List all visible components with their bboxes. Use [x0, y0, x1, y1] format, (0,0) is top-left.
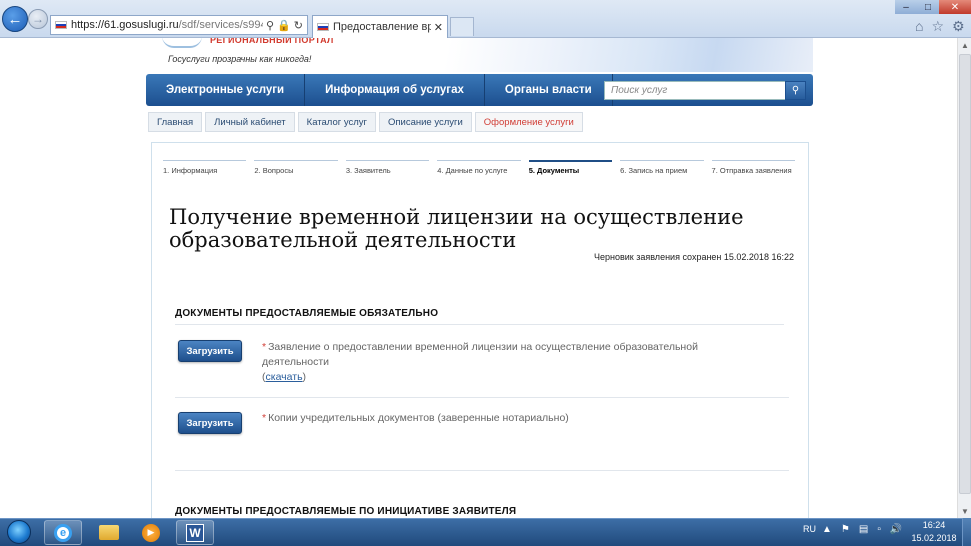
close-icon[interactable]: ✕	[434, 21, 443, 34]
breadcrumb-current: Оформление услуги	[474, 112, 583, 132]
upload-button[interactable]: Загрузить	[178, 412, 242, 434]
tray-arrow-icon[interactable]: ▲	[822, 524, 832, 535]
optional-docs-heading: ДОКУМЕНТЫ ПРЕДОСТАВЛЯЕМЫЕ ПО ИНИЦИАТИВЕ …	[175, 506, 517, 517]
divider	[175, 397, 789, 398]
scroll-up-icon[interactable]: ▲	[958, 38, 971, 52]
breadcrumb-description[interactable]: Описание услуги	[378, 112, 472, 132]
step-info[interactable]: 1. Информация	[163, 160, 247, 180]
address-bar[interactable]: https://61.gosuslugi.ru/sdf/services/s99…	[50, 15, 308, 35]
flag-icon[interactable]: ⚑	[841, 524, 850, 535]
address-tools: ⚲ 🔒 ↻	[266, 19, 303, 32]
show-desktop-button[interactable]	[962, 518, 971, 546]
url-path: /sdf/services/s99401/s47serv	[178, 19, 263, 31]
russia-flag-icon	[317, 23, 329, 31]
browser-tab[interactable]: Предоставление времен... ✕	[312, 15, 448, 38]
step-questions[interactable]: 2. Вопросы	[254, 160, 338, 180]
clock[interactable]: 16:24 15.02.2018	[910, 519, 958, 545]
system-tray: ▲ ⚑ ▤ ▫ 🔊	[822, 524, 902, 535]
new-tab-button[interactable]	[450, 17, 474, 36]
scroll-down-icon[interactable]: ▼	[958, 504, 971, 518]
search-icon[interactable]: ⚲	[266, 19, 274, 32]
russia-flag-icon	[55, 21, 67, 29]
upload-button[interactable]: Загрузить	[178, 340, 242, 362]
taskbar-media-player[interactable]: ▶	[132, 520, 170, 545]
step-submit[interactable]: 7. Отправка заявления	[711, 160, 795, 180]
forward-button[interactable]: →	[28, 9, 48, 29]
link-paren-close: )	[302, 371, 307, 383]
document-name: Копии учредительных документов (заверенн…	[268, 412, 569, 424]
lock-icon[interactable]: 🔒	[277, 19, 291, 32]
taskbar-word[interactable]: W	[176, 520, 214, 545]
refresh-icon[interactable]: ↻	[294, 19, 303, 32]
language-indicator[interactable]: RU	[803, 524, 816, 534]
step-applicant[interactable]: 3. Заявитель	[345, 160, 430, 180]
taskbar-ie[interactable]: e	[44, 520, 82, 545]
portal-slogan: Госуслуги прозрачны как никогда!	[168, 54, 312, 64]
breadcrumb-cabinet[interactable]: Личный кабинет	[205, 112, 295, 132]
address-url: https://61.gosuslugi.ru/sdf/services/s99…	[71, 19, 263, 31]
clock-time: 16:24	[922, 520, 946, 530]
divider	[175, 324, 784, 325]
search-input[interactable]: Поиск услуг	[604, 81, 786, 100]
divider	[175, 470, 789, 471]
step-documents: 5. Документы	[528, 160, 613, 180]
search-icon: ⚲	[791, 85, 800, 96]
required-mark: *	[262, 412, 267, 424]
home-icon[interactable]: ⌂	[915, 18, 923, 35]
minimize-icon: –	[903, 1, 909, 13]
breadcrumb-catalog[interactable]: Каталог услуг	[297, 112, 376, 132]
window-close-button[interactable]: ✕	[939, 0, 971, 14]
volume-icon[interactable]: 🔊	[890, 524, 902, 535]
breadcrumb: Главная Личный кабинет Каталог услуг Опи…	[148, 112, 586, 132]
arrow-right-icon: →	[32, 12, 44, 26]
folder-icon	[99, 525, 119, 540]
signal-icon[interactable]: ▫	[877, 524, 881, 535]
draft-saved-note: Черновик заявления сохранен 15.02.2018 1…	[594, 252, 794, 262]
breadcrumb-home[interactable]: Главная	[148, 112, 203, 132]
close-icon: ✕	[950, 1, 960, 13]
clock-date: 15.02.2018	[911, 533, 957, 543]
required-mark: *	[262, 341, 267, 353]
start-button[interactable]	[4, 518, 34, 546]
back-button[interactable]: ←	[2, 6, 28, 32]
internet-explorer-icon: e	[54, 523, 72, 542]
word-icon: W	[186, 523, 204, 542]
document-item: * Заявление о предоставлении временной ли…	[262, 340, 762, 385]
step-service-data[interactable]: 4. Данные по услуге	[437, 160, 521, 180]
tab-title: Предоставление времен...	[333, 21, 431, 33]
page-title: Получение временной лицензии на осуществ…	[169, 205, 744, 252]
scroll-thumb[interactable]	[959, 54, 971, 494]
nav-services-info[interactable]: Информация об услугах	[305, 74, 485, 106]
content-panel	[151, 142, 809, 518]
star-icon[interactable]: ☆	[931, 18, 944, 35]
step-appointment[interactable]: 6. Запись на прием	[620, 160, 704, 180]
browser-toolbar-icons: ⌂ ☆ ⚙	[915, 18, 965, 35]
windows-logo-icon	[7, 520, 31, 544]
page-scrollbar[interactable]: ▲ ▼	[957, 38, 971, 518]
required-docs-heading: ДОКУМЕНТЫ ПРЕДОСТАВЛЯЕМЫЕ ОБЯЗАТЕЛЬНО	[175, 308, 439, 319]
arrow-left-icon: ←	[7, 10, 23, 28]
minimize-button[interactable]: –	[895, 0, 917, 14]
gear-icon[interactable]: ⚙	[952, 18, 965, 35]
document-name: Заявление о предоставлении временной лиц…	[262, 341, 698, 368]
nav-authorities[interactable]: Органы власти	[485, 74, 613, 106]
search-button[interactable]: ⚲	[785, 81, 806, 100]
portal-title: РЕГИОНАЛЬНЫЙ ПОРТАЛ	[210, 38, 334, 45]
document-item: * Копии учредительных документов (заверен…	[262, 411, 762, 426]
network-icon[interactable]: ▤	[859, 524, 868, 535]
maximize-icon: □	[924, 1, 932, 13]
media-player-icon: ▶	[142, 523, 160, 542]
portal-logo-icon[interactable]	[162, 36, 202, 48]
taskbar-explorer[interactable]	[90, 520, 128, 545]
maximize-button[interactable]: □	[917, 0, 939, 14]
url-host: https://61.gosuslugi.ru	[71, 19, 179, 31]
download-link[interactable]: скачать	[266, 371, 303, 383]
nav-electronic-services[interactable]: Электронные услуги	[146, 74, 306, 106]
wizard-steps: 1. Информация 2. Вопросы 3. Заявитель 4.…	[163, 160, 795, 180]
